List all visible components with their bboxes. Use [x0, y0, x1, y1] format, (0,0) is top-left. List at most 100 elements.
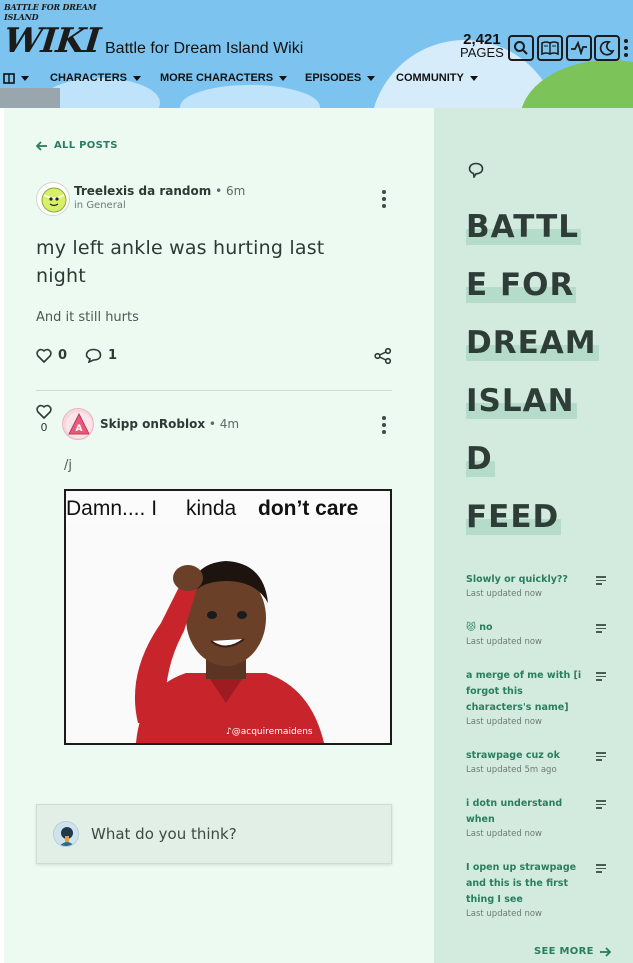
author-avatar[interactable]: [36, 182, 70, 216]
book-icon: [541, 41, 559, 56]
search-icon: [514, 41, 528, 55]
feed-bubble-icon: [468, 162, 484, 182]
post-author-name[interactable]: Treelexis da random: [74, 184, 211, 198]
nav-item-more-characters[interactable]: MORE CHARACTERS: [160, 72, 288, 84]
feed-item[interactable]: a merge of me with [i forgot this charac…: [466, 668, 616, 727]
feed-item-updated: Last updated now: [466, 829, 542, 839]
category-link[interactable]: General: [86, 200, 125, 211]
header-grass-art: [520, 60, 633, 108]
post-body: And it still hurts: [36, 310, 139, 325]
logo-big-text: WIKI: [1, 21, 102, 61]
feed-item-updated: Last updated now: [466, 589, 542, 599]
feed-item[interactable]: strawpage cuz ok Last updated 5m ago: [466, 748, 616, 775]
feed-item-title[interactable]: a merge of me with [i forgot this charac…: [466, 668, 586, 716]
reply-options-icon[interactable]: [381, 416, 387, 434]
explore-button[interactable]: [537, 35, 563, 61]
lines-icon: [596, 576, 606, 587]
feed-item-title[interactable]: i dotn understand when: [466, 796, 586, 828]
reply-author-line: Skipp onRoblox • 4m: [100, 417, 240, 431]
meme-caption-part: kinda: [186, 497, 237, 520]
comment-input[interactable]: What do you think?: [36, 804, 392, 864]
chevron-down-icon: [133, 75, 141, 81]
chevron-down-icon: [279, 75, 288, 81]
theme-toggle-button[interactable]: [594, 35, 620, 61]
reply-author-name[interactable]: Skipp onRoblox: [100, 417, 205, 431]
lines-icon: [596, 752, 606, 763]
chevron-down-icon: [469, 75, 478, 81]
nav-item-community[interactable]: COMMUNITY: [396, 72, 478, 84]
post-reactions: 0 1: [36, 348, 117, 363]
feed-title-line: ISLAN: [466, 383, 577, 419]
tennis-ball-avatar-icon: [41, 187, 67, 213]
feed-title-line: BATTL: [466, 209, 581, 245]
more-menu-button[interactable]: [622, 37, 630, 59]
feed-item-title[interactable]: strawpage cuz ok: [466, 748, 586, 764]
reply-timestamp: 4m: [219, 417, 240, 431]
reply-like-count: 0: [40, 421, 48, 434]
feed-title-line: DREAM: [466, 325, 599, 361]
heart-icon: [36, 348, 52, 363]
post-category: in General: [74, 200, 126, 211]
wiki-logo[interactable]: BATTLE FOR DREAM ISLAND WIKI: [1, 2, 102, 61]
site-title[interactable]: Battle for Dream Island Wiki: [105, 40, 303, 58]
feed-item-title[interactable]: I open up strawpage and this is the firs…: [466, 860, 586, 908]
nav-item-label: COMMUNITY: [396, 72, 464, 84]
feed-item[interactable]: Slowly or quickly?? Last updated now: [466, 572, 616, 599]
nav-item-characters[interactable]: CHARACTERS: [50, 72, 141, 84]
lines-icon: [596, 864, 606, 875]
feed-item[interactable]: i dotn understand when Last updated now: [466, 796, 616, 839]
share-icon: [374, 347, 392, 365]
meme-caption-part: Damn.... I: [66, 497, 158, 520]
post-title: my left ankle was hurting last night: [36, 237, 325, 287]
nav-item-label: MORE CHARACTERS: [160, 72, 274, 84]
search-button[interactable]: [508, 35, 534, 61]
post-panel: ALL POSTS Treelexis da random • 6m in Ge…: [4, 108, 434, 963]
nav-wiki-menu[interactable]: [3, 72, 29, 84]
feed-item[interactable]: 😾 no Last updated now: [466, 620, 616, 647]
feed-title[interactable]: BATTL E FOR DREAM ISLAN D FEED: [466, 198, 616, 546]
feed-title-line: D: [466, 441, 495, 477]
feed-item[interactable]: I open up strawpage and this is the firs…: [466, 860, 616, 919]
post-reply-button[interactable]: 1: [85, 348, 117, 363]
feed-item-title[interactable]: 😾 no: [466, 620, 586, 636]
reply-like-button[interactable]: 0: [36, 404, 52, 434]
nav-item-label: EPISODES: [305, 72, 362, 84]
all-posts-label: ALL POSTS: [54, 140, 118, 151]
pages-count: 2,421 PAGES: [460, 32, 504, 60]
lines-icon: [596, 800, 606, 811]
post-options-icon[interactable]: [381, 190, 387, 208]
lines-icon: [596, 624, 606, 635]
logo-small-text: BATTLE FOR DREAM ISLAND: [4, 2, 97, 22]
post-like-button[interactable]: 0: [36, 348, 67, 363]
feed-item-updated: Last updated now: [466, 717, 542, 727]
all-posts-link[interactable]: ALL POSTS: [36, 140, 118, 151]
feed-item-title[interactable]: Slowly or quickly??: [466, 572, 586, 588]
lines-icon: [596, 672, 606, 683]
activity-icon: [571, 41, 587, 55]
reply-author-avatar[interactable]: A: [62, 408, 94, 440]
user-avatar-icon: [54, 822, 78, 846]
meme-photo: [66, 523, 390, 743]
share-button[interactable]: [374, 347, 392, 368]
arrow-right-icon: [599, 946, 611, 957]
feed-title-line: FEED: [466, 499, 562, 535]
post-author-line: Treelexis da random • 6m: [74, 184, 246, 198]
see-more-link[interactable]: SEE MORE: [534, 946, 611, 957]
reply-image[interactable]: Damn.... I kinda don’t care ♪@acquiremai…: [64, 489, 392, 745]
post-reply-count: 1: [108, 348, 118, 363]
feed-item-updated: Last updated now: [466, 637, 542, 647]
category-prefix: in: [74, 200, 84, 211]
feed-title-line: E FOR: [466, 267, 577, 303]
post-divider: [36, 390, 392, 391]
wiki-header: BATTLE FOR DREAM ISLAND WIKI Battle for …: [0, 0, 633, 108]
nav-item-label: CHARACTERS: [50, 72, 127, 84]
feed-item-updated: Last updated 5m ago: [466, 765, 557, 775]
post-like-count: 0: [58, 348, 68, 363]
recent-changes-button[interactable]: [566, 35, 592, 61]
reply-text: /j: [64, 458, 72, 473]
chevron-down-icon: [21, 75, 29, 81]
character-avatar-icon: A: [66, 412, 92, 438]
feed-sidebar: BATTL E FOR DREAM ISLAN D FEED Slowly or…: [434, 108, 633, 963]
pages-count-label: PAGES: [460, 45, 504, 60]
nav-item-episodes[interactable]: EPISODES: [305, 72, 376, 84]
